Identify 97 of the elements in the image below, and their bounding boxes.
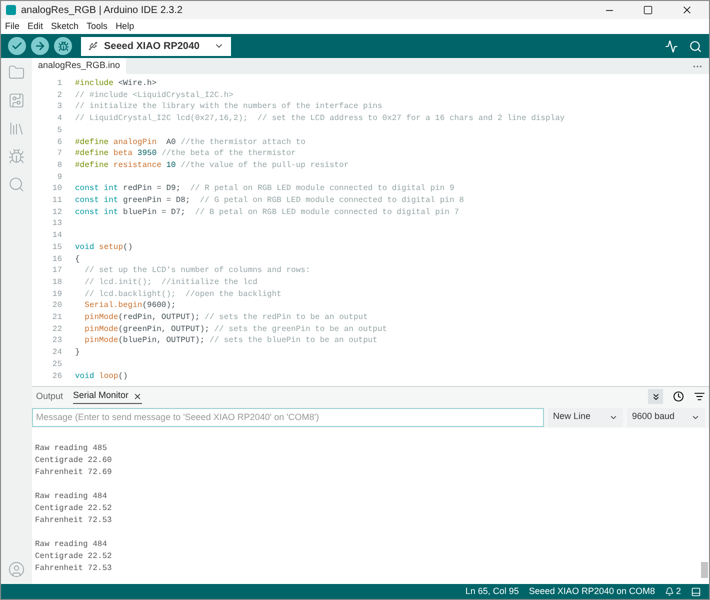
code-line: #define resistance 10 //the value of the pull-up resistor <box>75 160 349 172</box>
code-line: Serial.begin(9600); <box>84 300 176 312</box>
pulse-icon[interactable] <box>665 40 678 52</box>
line-number: 24 <box>51 347 62 359</box>
autoscroll-button[interactable] <box>648 389 663 404</box>
code-line: } <box>75 347 80 359</box>
menu-item[interactable]: Sketch <box>51 20 79 34</box>
code-line: const int redPin = D9; // R petal on RGB LED module connected to digital pin 9 <box>75 183 454 196</box>
board-icon[interactable] <box>8 92 25 109</box>
maximize-icon[interactable] <box>643 5 653 15</box>
line-number: 18 <box>51 276 62 289</box>
line-number: 25 <box>51 358 62 371</box>
check-icon <box>11 40 23 52</box>
menu-item[interactable]: Tools <box>86 20 108 34</box>
notifications-button[interactable]: 2 <box>664 584 681 598</box>
line-number: 3 <box>56 101 62 114</box>
verify-button[interactable] <box>8 37 26 55</box>
folder-icon[interactable] <box>8 64 25 81</box>
code-line: pinMode(bluePin, OUTPUT); // sets the bluePin to be an output <box>84 335 378 348</box>
line-number: 2 <box>56 90 62 102</box>
code-line: pinMode(redPin, OUTPUT); // sets the redPin to be an output <box>84 312 368 324</box>
cursor-position: Ln 65, Col 95 <box>465 584 519 598</box>
code-line: pinMode(greenPin, OUTPUT); // sets the greenPin to be an output <box>84 324 388 336</box>
code-line: const int greenPin = D8; // G petal on RGB LED module connected to digital pin 8 <box>75 195 464 207</box>
line-number: 14 <box>51 230 62 242</box>
board-selector[interactable]: Seeed XIAO RP2040 <box>81 36 231 56</box>
baud-rate-dropdown[interactable]: 9600 baud <box>627 408 705 426</box>
upload-button[interactable] <box>31 37 49 55</box>
chevrons-down-icon <box>650 392 660 402</box>
line-number: 11 <box>51 195 62 207</box>
line-number: 17 <box>51 265 62 277</box>
code-line: // initialize the library with the numbers of the interface pins <box>75 101 382 114</box>
search-icon[interactable] <box>689 40 702 52</box>
app-icon <box>6 5 16 15</box>
bug-icon[interactable] <box>8 148 25 165</box>
clock-icon[interactable] <box>673 391 684 402</box>
code-line: // #include <LiquidCrystal_I2C.h> <box>75 90 234 102</box>
line-number: 21 <box>51 312 62 324</box>
message-field[interactable]: Message (Enter to send message to 'Seeed XIAO RP2040' on 'COM8') <box>32 408 544 426</box>
line-number: 1 <box>56 78 62 90</box>
line-number: 4 <box>56 113 62 125</box>
line-number: 13 <box>51 218 62 230</box>
code-line: const int bluePin = D7; // B petal on RGB LED module connected to digital pin 7 <box>75 206 460 218</box>
line-ending-dropdown[interactable]: New Line <box>548 408 623 426</box>
panel-tab[interactable]: Output <box>36 390 64 404</box>
output-line: Fahrenheit 72.53 <box>35 563 112 575</box>
line-number: 7 <box>56 148 62 160</box>
line-number: 23 <box>51 335 62 348</box>
output-line: Raw reading 484 <box>35 491 108 503</box>
account-icon[interactable] <box>8 561 25 578</box>
panel-toggle-icon[interactable] <box>691 586 701 596</box>
line-number: 5 <box>56 124 62 137</box>
code-line: void loop() <box>75 370 128 382</box>
line-number: 15 <box>51 242 62 254</box>
output-line: Raw reading 485 <box>35 443 108 455</box>
line-number: 9 <box>56 172 62 184</box>
output-line: Centigrade 22.60 <box>35 455 112 467</box>
output-line: Centigrade 22.52 <box>35 503 112 515</box>
lines-icon[interactable] <box>694 391 705 402</box>
line-number: 8 <box>56 160 62 172</box>
board-status: Seeed XIAO RP2040 on COM8 <box>528 584 655 598</box>
line-number: 26 <box>51 370 62 382</box>
menu-item[interactable]: Edit <box>28 20 44 34</box>
window-title: analogRes_RGB | Arduino IDE 2.3.2 <box>21 4 183 18</box>
line-number: 6 <box>56 136 62 148</box>
line-number: 20 <box>51 300 62 312</box>
code-line: // LiquidCrystal_I2C lcd(0x27,16,2); // set the LCD address to 0x27 for a 16 chars and 2 line display <box>75 113 565 125</box>
code-line: #define beta 3950 //the beta of the thermistor <box>75 148 296 160</box>
bug-icon <box>58 40 68 52</box>
line-number: 22 <box>51 324 62 336</box>
line-number: 12 <box>51 206 62 218</box>
scrollbar-thumb[interactable] <box>701 562 708 578</box>
line-number: 19 <box>51 288 62 300</box>
editor-tab[interactable]: analogRes_RGB.ino <box>32 58 126 74</box>
menu-item[interactable]: Help <box>116 20 134 34</box>
code-line: #include <Wire.h> <box>75 78 157 90</box>
output-line: Centigrade 22.52 <box>35 551 112 563</box>
close-icon[interactable] <box>681 4 693 16</box>
code-line: // lcd.backlight(); //open the backlight <box>84 288 282 300</box>
line-number: 10 <box>51 183 62 196</box>
line-number: 16 <box>51 254 62 266</box>
arrow-icon <box>34 40 46 52</box>
code-line: // lcd.init(); //initialize the lcd <box>84 276 258 289</box>
code-line: // set up the LCD's number of columns and rows: <box>84 265 310 277</box>
debug-button[interactable] <box>54 37 72 55</box>
code-line: void setup() <box>75 242 133 254</box>
usb-icon <box>88 41 98 51</box>
output-line: Fahrenheit 72.53 <box>35 515 112 527</box>
close-icon[interactable] <box>132 392 142 400</box>
code-line: { <box>75 254 80 266</box>
output-line: Raw reading 484 <box>35 539 108 551</box>
panel-tab[interactable]: Serial Monitor <box>73 389 142 404</box>
menu-item[interactable]: File <box>5 20 20 34</box>
code-line: #define analogPin A0 //the thermistor attach to <box>75 136 306 148</box>
output-line: Fahrenheit 72.69 <box>35 467 112 479</box>
library-icon[interactable] <box>8 120 25 137</box>
bell-icon <box>664 587 674 596</box>
